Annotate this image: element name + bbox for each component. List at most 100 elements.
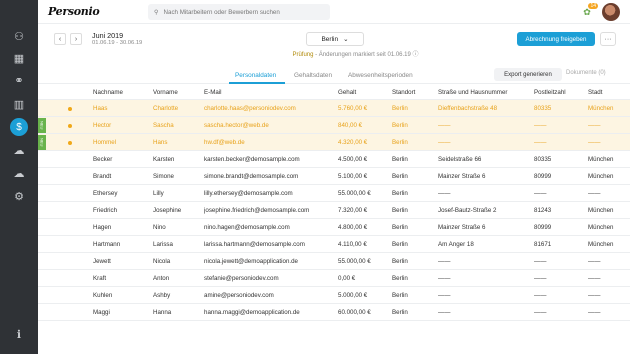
personio-logo[interactable]: Personio bbox=[48, 5, 100, 18]
tab-personaldaten[interactable]: Personaldaten bbox=[235, 72, 276, 79]
table-row[interactable]: Hagen Nino nino.hagen@demosample.com 4.800,… bbox=[38, 219, 630, 236]
col-gehalt-cell: 7.320,00 € bbox=[338, 207, 368, 214]
table-row[interactable]: Becker Karsten karsten.becker@demosample.c… bbox=[38, 151, 630, 168]
col-strasse-cell: Mainzer Straße 6 bbox=[438, 224, 486, 231]
col-strasse-cell: —— bbox=[438, 139, 451, 146]
col-nachname-header[interactable]: Nachname bbox=[93, 86, 151, 100]
col-postleitzahl-cell: 80335 bbox=[534, 156, 552, 163]
col-gehalt-header[interactable]: Gehalt bbox=[338, 86, 390, 100]
col-postleitzahl-cell: —— bbox=[534, 258, 547, 265]
col-postleitzahl-header[interactable]: Postleitzahl bbox=[534, 86, 586, 100]
info-icon[interactable]: ℹ bbox=[9, 324, 29, 344]
col-standort-header[interactable]: Standort bbox=[392, 86, 436, 100]
sidebar: ⚇ ▦ ⚭ ▥ $ ☁ ☁ ⚙ ℹ bbox=[0, 0, 38, 354]
col-stadt-cell: München bbox=[588, 224, 614, 231]
col-nachname-cell: Becker bbox=[93, 156, 113, 163]
cloud-upload-icon[interactable]: ☁ bbox=[9, 140, 29, 160]
col-gehalt-cell: 0,00 € bbox=[338, 275, 356, 282]
avatar[interactable] bbox=[602, 3, 620, 21]
col-vorname-cell: Simone bbox=[153, 173, 174, 180]
col-gehalt-cell: 5.000,00 € bbox=[338, 292, 368, 299]
handshake-icon[interactable]: ⚭ bbox=[9, 70, 29, 90]
table-row[interactable]: Kuhlen Ashby amine@personiodev.com 5.000,00… bbox=[38, 287, 630, 304]
table-row[interactable]: Jewett Nicola nicola.jewett@demoapplicatio… bbox=[38, 253, 630, 270]
col-standort-cell: Berlin bbox=[392, 156, 408, 163]
col-email-cell: josephine.friedrich@demosample.com bbox=[204, 207, 310, 214]
tab-gehaltsdaten[interactable]: Gehaltsdaten bbox=[294, 72, 332, 79]
table-row[interactable]: Maggi Hanna hanna.maggi@demoapplication.de… bbox=[38, 304, 630, 321]
col-stadt-cell: —— bbox=[588, 309, 601, 316]
location-select[interactable]: Berlin ⌄ bbox=[306, 32, 364, 46]
col-stadt-cell: München bbox=[588, 241, 614, 248]
table-row[interactable]: Brandt Simone simone.brandt@demosample.com… bbox=[38, 168, 630, 185]
more-options-button[interactable]: ··· bbox=[600, 32, 616, 46]
col-email-cell: larissa.hartmann@demosample.com bbox=[204, 241, 305, 248]
col-nachname-cell: Hector bbox=[93, 122, 112, 129]
col-standort-cell: Berlin bbox=[392, 105, 408, 112]
search-icon: ⚲ bbox=[154, 8, 159, 16]
top-bar: Personio ⚲ Nach Mitarbeitern oder Bewerb… bbox=[38, 0, 630, 24]
col-nachname-cell: Hagen bbox=[93, 224, 112, 231]
calendar-icon[interactable]: ▦ bbox=[9, 48, 29, 68]
next-period-button[interactable]: › bbox=[70, 33, 82, 45]
col-email-cell: amine@personiodev.com bbox=[204, 292, 274, 299]
col-stadt-cell: —— bbox=[588, 292, 601, 299]
col-vorname-header[interactable]: Vorname bbox=[153, 86, 203, 100]
col-gehalt-cell: 60.000,00 € bbox=[338, 309, 371, 316]
col-strasse-header[interactable]: Straße und Hausnummer bbox=[438, 86, 532, 100]
tab-abwesenheitsperioden[interactable]: Abwesenheitsperioden bbox=[348, 72, 413, 79]
col-nachname-cell: Ethersey bbox=[93, 190, 118, 197]
table-row[interactable]: NEU Hommel Hans hw.df@web.de 4.320,00 € Berli… bbox=[38, 134, 630, 151]
col-stadt-cell: —— bbox=[588, 122, 601, 129]
status-text: - Änderungen markiert seit 01.06.19 bbox=[313, 52, 411, 58]
col-gehalt-cell: 4.320,00 € bbox=[338, 139, 368, 146]
table-row[interactable]: NEU Hector Sascha sascha.hector@web.de 840,0… bbox=[38, 117, 630, 134]
col-vorname-cell: Nicola bbox=[153, 258, 171, 265]
col-postleitzahl-cell: —— bbox=[534, 190, 547, 197]
col-standort-cell: Berlin bbox=[392, 309, 408, 316]
col-gehalt-cell: 5.100,00 € bbox=[338, 173, 368, 180]
col-stadt-header[interactable]: Stadt bbox=[588, 86, 628, 100]
info-circle-icon: ⓘ bbox=[412, 52, 419, 58]
col-nachname-cell: Haas bbox=[93, 105, 108, 112]
payroll-icon[interactable]: $ bbox=[10, 118, 28, 136]
table-header: Nachname Vorname E-Mail Gehalt Standort Straß… bbox=[38, 86, 630, 100]
col-standort-cell: Berlin bbox=[392, 292, 408, 299]
notifications-icon[interactable]: ✿ 14 bbox=[580, 3, 598, 19]
col-postleitzahl-cell: —— bbox=[534, 139, 547, 146]
table-row[interactable]: Friedrich Josephine josephine.friedrich@de… bbox=[38, 202, 630, 219]
col-email-cell: hw.df@web.de bbox=[204, 139, 245, 146]
col-email-cell: stefanie@personiodev.com bbox=[204, 275, 279, 282]
table-row[interactable]: Haas Charlotte charlotte.haas@personiodev.… bbox=[38, 100, 630, 117]
changed-indicator-dot bbox=[68, 107, 72, 111]
period-title: Juni 2019 bbox=[92, 31, 124, 40]
col-nachname-cell: Hommel bbox=[93, 139, 117, 146]
col-gehalt-cell: 55.000,00 € bbox=[338, 258, 371, 265]
col-email-header[interactable]: E-Mail bbox=[204, 86, 336, 100]
chart-icon[interactable]: ▥ bbox=[9, 94, 29, 114]
documents-link[interactable]: Dokumente (0) bbox=[566, 70, 606, 76]
col-postleitzahl-cell: 80999 bbox=[534, 173, 552, 180]
col-nachname-cell: Maggi bbox=[93, 309, 110, 316]
table-row[interactable]: Kraft Anton stefanie@personiodev.com 0,00 €… bbox=[38, 270, 630, 287]
search-input[interactable]: ⚲ Nach Mitarbeitern oder Bewerbern suche… bbox=[148, 4, 330, 20]
col-standort-cell: Berlin bbox=[392, 275, 408, 282]
approve-payroll-button[interactable]: Abrechnung freigeben bbox=[517, 32, 595, 46]
table-row[interactable]: Ethersey Lilly lilly.ethersey@demosample.c… bbox=[38, 185, 630, 202]
col-strasse-cell: Am Anger 18 bbox=[438, 241, 474, 248]
col-gehalt-cell: 5.760,00 € bbox=[338, 105, 368, 112]
col-strasse-cell: Josef-Bautz-Straße 2 bbox=[438, 207, 497, 214]
cloud-download-icon[interactable]: ☁ bbox=[9, 163, 29, 183]
col-email-cell: hanna.maggi@demoapplication.de bbox=[204, 309, 300, 316]
col-email-cell: simone.brandt@demosample.com bbox=[204, 173, 299, 180]
col-nachname-cell: Brandt bbox=[93, 173, 112, 180]
export-button[interactable]: Export generieren bbox=[494, 68, 562, 81]
col-vorname-cell: Sascha bbox=[153, 122, 174, 129]
people-icon[interactable]: ⚇ bbox=[9, 26, 29, 46]
settings-icon[interactable]: ⚙ bbox=[9, 186, 29, 206]
previous-period-button[interactable]: ‹ bbox=[54, 33, 66, 45]
table-row[interactable]: Hartmann Larissa larissa.hartmann@demosamp… bbox=[38, 236, 630, 253]
review-status: Prüfung - Änderungen markiert seit 01.06… bbox=[268, 49, 443, 58]
col-stadt-cell: —— bbox=[588, 190, 601, 197]
col-standort-cell: Berlin bbox=[392, 224, 408, 231]
